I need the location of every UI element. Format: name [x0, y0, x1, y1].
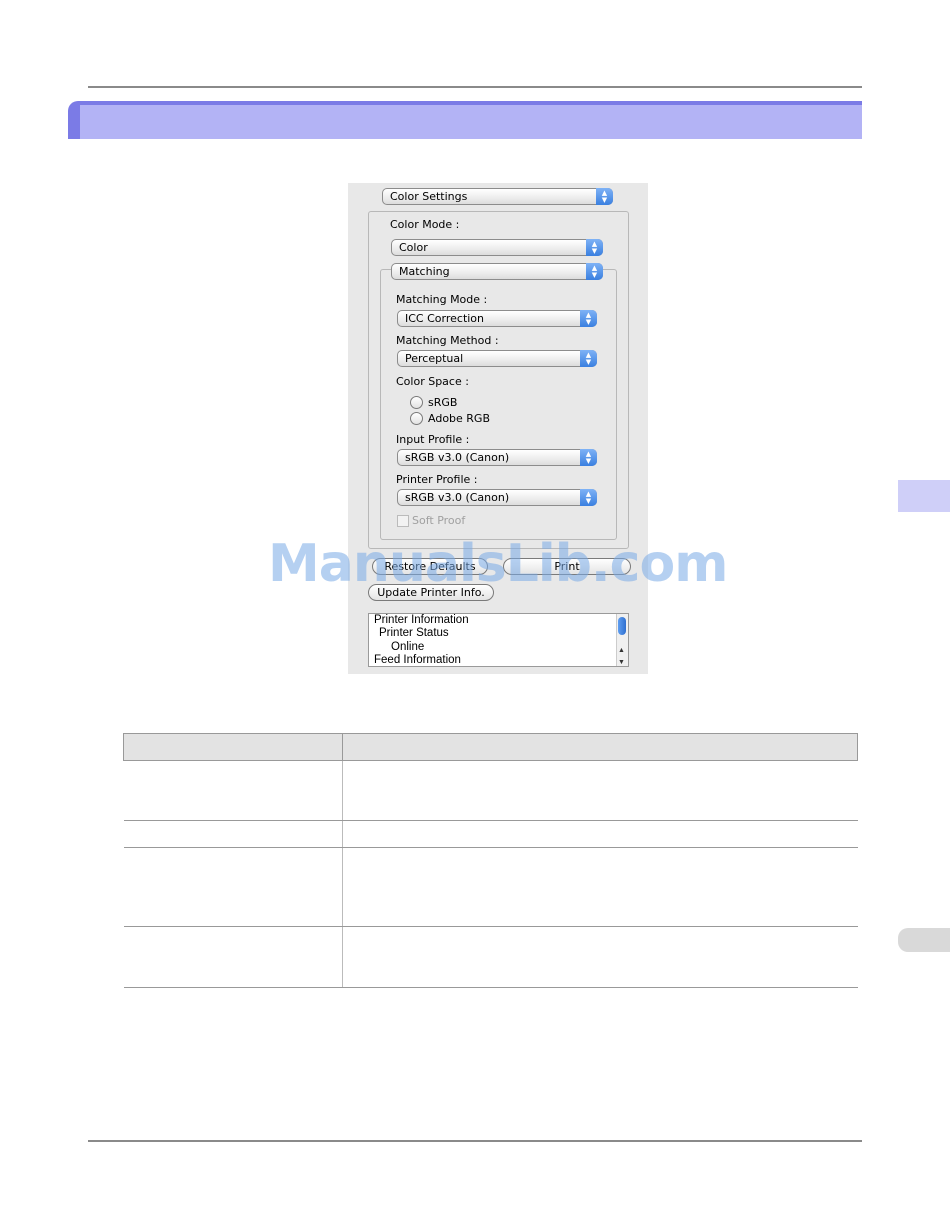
top-rule: [88, 86, 862, 88]
input-profile-popup[interactable]: sRGB v3.0 (Canon) ▲ ▼: [397, 449, 597, 466]
table-cell: [123, 820, 343, 848]
table-row: [123, 847, 858, 927]
matching-mode-value: ICC Correction: [405, 312, 485, 325]
color-settings-dialog: Color Settings ▲ ▼ Color Mode : Color ▲ ▼ …: [348, 183, 648, 674]
chapter-side-tab: [898, 480, 950, 512]
popup-arrows-icon: ▲ ▼: [596, 188, 613, 205]
popup-arrows-icon: ▲ ▼: [580, 449, 597, 466]
table-row: [123, 820, 858, 848]
matching-popup[interactable]: Matching ▲ ▼: [391, 263, 603, 280]
color-mode-popup[interactable]: Color ▲ ▼: [391, 239, 603, 256]
table-header-row: [123, 733, 858, 761]
list-item: Printer Status: [379, 627, 449, 639]
color-mode-label: Color Mode :: [390, 218, 460, 231]
table-header-cell: [123, 733, 343, 761]
printer-profile-value: sRGB v3.0 (Canon): [405, 491, 510, 504]
color-mode-value: Color: [399, 241, 428, 254]
table-cell: [123, 760, 343, 821]
matching-method-label: Matching Method :: [396, 334, 499, 347]
table-cell: [342, 926, 858, 988]
soft-proof-label: Soft Proof: [412, 514, 466, 527]
printer-profile-label: Printer Profile :: [396, 473, 478, 486]
table-row: [123, 760, 858, 821]
adobe-rgb-radio[interactable]: [410, 412, 423, 425]
table-cell: [123, 847, 343, 927]
list-item: Printer Information: [374, 614, 469, 626]
printer-profile-popup[interactable]: sRGB v3.0 (Canon) ▲ ▼: [397, 489, 597, 506]
table-row: [123, 926, 858, 988]
page-side-tab: [898, 928, 950, 952]
list-item: Online: [391, 641, 425, 653]
section-banner: [68, 101, 862, 139]
table-cell: [342, 760, 858, 821]
input-profile-label: Input Profile :: [396, 433, 470, 446]
scroll-thumb[interactable]: [618, 617, 626, 635]
soft-proof-checkbox[interactable]: [397, 515, 409, 527]
popup-arrows-icon: ▲ ▼: [580, 310, 597, 327]
table-cell: [342, 820, 858, 848]
matching-method-value: Perceptual: [405, 352, 464, 365]
popup-arrows-icon: ▲ ▼: [580, 350, 597, 367]
printer-info-list[interactable]: Printer Information Printer Status Onlin…: [368, 613, 629, 667]
srgb-radio-label: sRGB: [428, 396, 458, 409]
settings-table: [123, 733, 858, 988]
table-cell: [123, 926, 343, 988]
matching-method-popup[interactable]: Perceptual ▲ ▼: [397, 350, 597, 367]
popup-arrows-icon: ▲ ▼: [586, 263, 603, 280]
popup-arrows-icon: ▲ ▼: [586, 239, 603, 256]
table-header-cell: [342, 733, 858, 761]
watermark: ManualsLib.com: [268, 534, 728, 594]
input-profile-value: sRGB v3.0 (Canon): [405, 451, 510, 464]
scroll-down-icon[interactable]: ▼: [618, 656, 625, 670]
scrollbar[interactable]: ▲ ▼: [616, 614, 628, 666]
color-settings-popup[interactable]: Color Settings ▲ ▼: [382, 188, 613, 205]
adobe-rgb-radio-label: Adobe RGB: [428, 412, 491, 425]
bottom-rule: [88, 1140, 862, 1142]
table-cell: [342, 847, 858, 927]
color-settings-popup-label: Color Settings: [390, 190, 468, 203]
srgb-radio[interactable]: [410, 396, 423, 409]
popup-arrows-icon: ▲ ▼: [580, 489, 597, 506]
matching-popup-label: Matching: [399, 265, 450, 278]
matching-mode-label: Matching Mode :: [396, 293, 488, 306]
color-space-label: Color Space :: [396, 375, 469, 388]
matching-mode-popup[interactable]: ICC Correction ▲ ▼: [397, 310, 597, 327]
list-item: Feed Information: [374, 654, 461, 666]
